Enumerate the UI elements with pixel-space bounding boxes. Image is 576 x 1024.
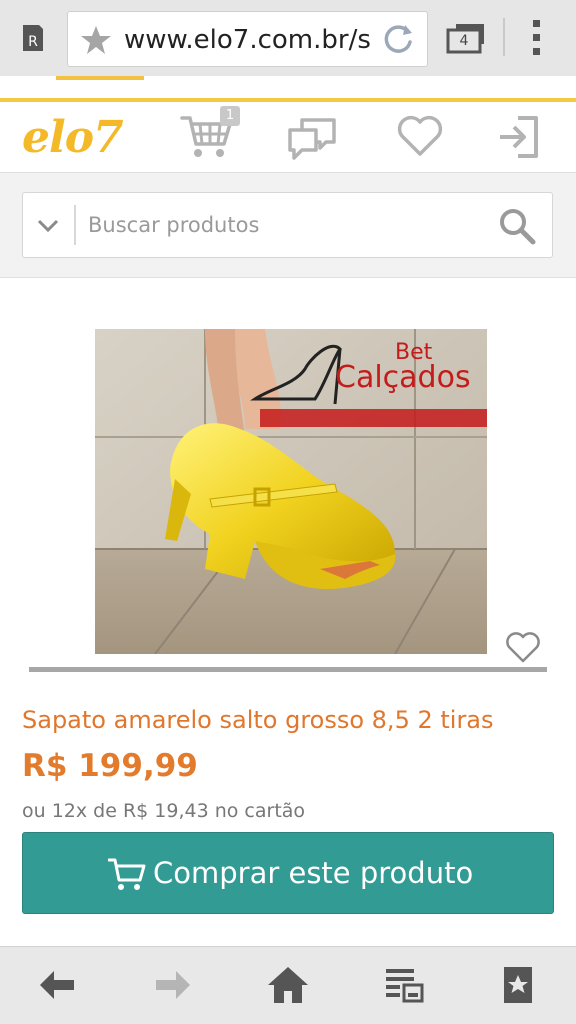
tabs-count: 4 [459, 33, 469, 49]
search-divider [74, 205, 76, 245]
search-input[interactable]: Buscar produtos [88, 208, 468, 242]
reload-icon[interactable] [381, 23, 415, 57]
product-photo[interactable]: Bet Calçados [95, 329, 487, 654]
browser-bottom-nav [0, 946, 576, 1024]
buy-button-label: Comprar este produto [153, 856, 474, 890]
tabs-switcher-button[interactable]: 4 [446, 22, 488, 54]
toolbar-divider [503, 18, 505, 56]
search-icon[interactable] [497, 206, 537, 246]
overflow-menu-icon[interactable] [530, 18, 544, 58]
image-carousel-indicator [29, 667, 547, 672]
wishlist-heart-icon[interactable] [504, 630, 542, 664]
browser-toolbar: R www.elo7.com.br/s 4 [0, 0, 576, 76]
chat-icon[interactable] [286, 116, 338, 160]
home-icon[interactable] [266, 963, 310, 1007]
reader-list-icon[interactable] [382, 963, 426, 1007]
bookmarks-icon[interactable] [496, 963, 540, 1007]
product-price: R$ 199,99 [22, 748, 198, 784]
favorites-heart-icon[interactable] [396, 114, 444, 158]
header-accent [56, 76, 144, 80]
back-arrow-icon[interactable] [36, 963, 80, 1007]
site-favicon-icon[interactable]: R [20, 22, 46, 54]
forward-arrow-icon[interactable] [150, 963, 194, 1007]
login-icon[interactable] [496, 114, 542, 160]
bookmark-star-icon[interactable] [80, 25, 112, 55]
cart-count-badge: 1 [220, 106, 240, 126]
chevron-down-icon[interactable] [35, 213, 61, 237]
installments-text: ou 12x de R$ 19,43 no cartão [22, 800, 306, 822]
cart-icon [108, 858, 146, 890]
yellow-shoe-photo: Bet Calçados [95, 329, 487, 654]
buy-product-button[interactable]: Comprar este produto [22, 832, 554, 914]
svg-text:R: R [28, 34, 38, 50]
url-bar[interactable]: www.elo7.com.br/s [67, 11, 428, 67]
product-title: Sapato amarelo salto grosso 8,5 2 tiras [22, 706, 494, 734]
url-text[interactable]: www.elo7.com.br/s [124, 22, 378, 58]
header-border [0, 98, 576, 102]
svg-text:Calçados: Calçados [335, 360, 471, 395]
search-bar[interactable]: Buscar produtos [22, 192, 553, 258]
elo7-logo[interactable]: elo7 [22, 112, 132, 164]
